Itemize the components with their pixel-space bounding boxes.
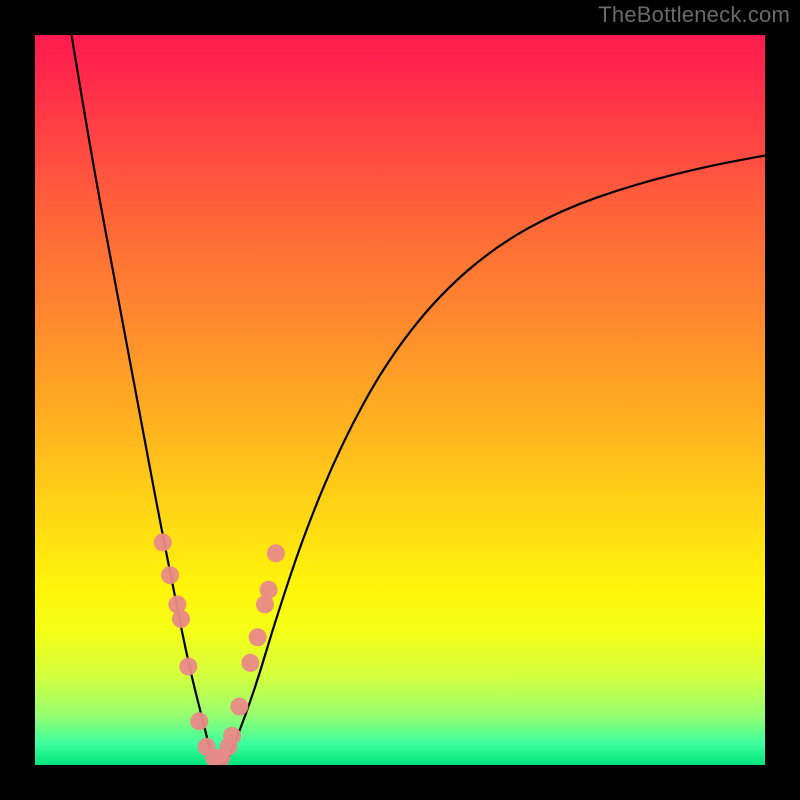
marker-dot <box>249 628 267 646</box>
plot-area <box>35 35 765 765</box>
marker-dot <box>267 544 285 562</box>
marker-dot <box>241 654 259 672</box>
marker-dot <box>190 712 208 730</box>
marker-group <box>154 533 285 765</box>
watermark-text: TheBottleneck.com <box>598 2 790 28</box>
marker-dot <box>154 533 172 551</box>
marker-dot <box>161 566 179 584</box>
marker-dot <box>223 727 241 745</box>
marker-dot <box>230 698 248 716</box>
marker-dot <box>172 610 190 628</box>
chart-frame: TheBottleneck.com <box>0 0 800 800</box>
curve-layer <box>35 35 765 765</box>
marker-dot <box>260 581 278 599</box>
bottleneck-curve <box>72 35 766 765</box>
marker-dot <box>179 657 197 675</box>
